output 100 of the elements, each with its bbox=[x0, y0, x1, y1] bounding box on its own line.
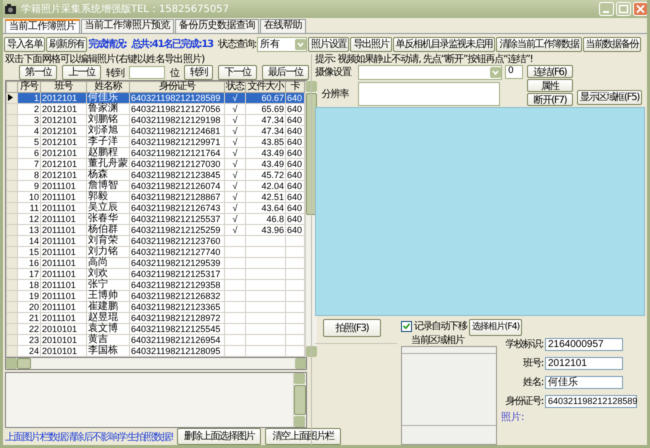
table-cell: 吴立辰 bbox=[88, 203, 118, 213]
table-row[interactable]: 22 2010101 袁文博 640321198212125545 bbox=[6, 324, 304, 334]
table-cell: 杨伯群 bbox=[88, 225, 118, 235]
table-cell: 2012101 bbox=[42, 104, 78, 114]
nav-button[interactable]: 最后一位 bbox=[262, 65, 310, 80]
photo-list-box[interactable] bbox=[401, 346, 497, 445]
maximize-button[interactable] bbox=[616, 2, 631, 16]
table-cell: √ bbox=[232, 148, 238, 158]
vertical-scrollbar[interactable] bbox=[293, 373, 306, 427]
camera-dropdown[interactable] bbox=[358, 65, 502, 80]
toolbar-button[interactable]: 单反相机目录监视未启用 bbox=[392, 36, 496, 52]
nav-label: 位 bbox=[170, 66, 179, 80]
table-cell: √ bbox=[232, 126, 238, 136]
table-row[interactable]: 2 2012101 鲁家渊 640321198212127056 √ 65.69 640 bbox=[6, 104, 304, 114]
nav-button[interactable]: 第一位 bbox=[19, 65, 58, 80]
table-row[interactable]: 10 2011101 郭毅 640321198212128867 √ 42.51 640 bbox=[6, 192, 304, 202]
table-cell: 640 bbox=[287, 137, 302, 147]
table-cell: 王博帅 bbox=[88, 291, 118, 301]
table-cell: 崔建鹏 bbox=[88, 302, 118, 312]
table-row[interactable]: 5 2012101 李子洋 640321198212129971 √ 43.85 640 bbox=[6, 136, 304, 148]
input-field[interactable]: 何佳乐 bbox=[545, 376, 623, 388]
horizontal-scrollbar[interactable] bbox=[5, 358, 307, 370]
toolbar-button[interactable]: 照片设置 bbox=[308, 36, 350, 52]
input-field[interactable]: 2164000957 bbox=[545, 338, 623, 350]
table-row[interactable]: 1 2012101 何佳乐 640321198212128589 √ 60.67 640 bbox=[6, 92, 304, 104]
toolbar-button[interactable]: 导出照片 bbox=[350, 36, 392, 52]
table-cell: 640321198212124681 bbox=[131, 126, 220, 136]
region-photo-label: 当前区域相片 bbox=[411, 334, 466, 347]
table-cell: 8 bbox=[34, 170, 39, 180]
table-row[interactable]: 24 2010101 李国栋 640321198212128095 bbox=[6, 346, 304, 356]
resolution-list[interactable] bbox=[358, 82, 500, 106]
table-cell: 詹博智 bbox=[88, 181, 118, 191]
table-row[interactable]: 9 2011101 詹博智 640321198212126074 √ 42.04 640 bbox=[6, 180, 304, 192]
table-cell: 11 bbox=[30, 203, 39, 213]
input-field[interactable]: 2012101 bbox=[545, 356, 623, 370]
table-row[interactable]: 7 2012101 董孔舟蒙 640321198212127030 √ 43.49 640 bbox=[6, 158, 304, 170]
table-cell: 640 bbox=[287, 192, 302, 202]
table-cell: 黄吉 bbox=[88, 335, 108, 345]
table-row[interactable]: 13 2011101 杨伯群 640321198212125259 √ 43.96 640 bbox=[6, 224, 304, 236]
auto-next-checkbox[interactable]: 记录自动下移 bbox=[401, 319, 467, 333]
nav-button[interactable]: 下一位 bbox=[218, 65, 257, 80]
toolbar-button[interactable]: 导入名单 bbox=[4, 36, 46, 52]
warning-note: 上面图片栏数据清除后不影响学生拍照数据! bbox=[5, 430, 174, 444]
toolbar-button[interactable]: 清除当前工作簿数据 bbox=[496, 36, 582, 52]
table-cell: 640321198212123365 bbox=[131, 302, 220, 312]
camera-label: 摄像设置 bbox=[315, 66, 352, 79]
tab[interactable]: 备份历史数据查询 bbox=[175, 19, 259, 33]
window-title: 学籍照片采集系统增强版TEL：15825675057 bbox=[21, 2, 230, 16]
properties-button[interactable]: 属性 bbox=[527, 79, 573, 92]
table-cell: 张宁 bbox=[88, 280, 108, 290]
input-field[interactable]: 640321198212128589 bbox=[545, 394, 637, 408]
table-cell: 2012101 bbox=[42, 115, 78, 125]
table-row[interactable]: 14 2011101 刘育荣 640321198212123760 bbox=[6, 236, 304, 246]
table-row[interactable]: 4 2012101 刘泽旭 640321198212124681 √ 47.34 640 bbox=[6, 126, 304, 136]
shoot-button[interactable]: 拍照(F3) bbox=[323, 319, 381, 337]
goto-field[interactable] bbox=[128, 66, 165, 79]
nav-button[interactable]: 上一位 bbox=[62, 65, 101, 80]
tab[interactable]: 当前工作簿照片 bbox=[5, 19, 80, 33]
table-row[interactable]: 20 2011101 崔建鹏 640321198212123365 bbox=[6, 302, 304, 312]
table-row[interactable]: 6 2012101 赵鹏程 640321198212121764 √ 43.49 640 bbox=[6, 148, 304, 158]
table-row[interactable]: 3 2012101 刘鹏铭 640321198212129198 √ 47.34 640 bbox=[6, 114, 304, 126]
table-cell: 640321198212126954 bbox=[131, 335, 220, 345]
connect-button[interactable]: 连结(F6) bbox=[527, 65, 573, 78]
table-row[interactable]: 11 2011101 吴立辰 640321198212126743 √ 43.64 640 bbox=[6, 202, 304, 214]
nav-button[interactable]: 转到 bbox=[184, 65, 214, 80]
table-row[interactable]: 23 2010101 黄吉 640321198212126954 bbox=[6, 334, 304, 346]
table-row[interactable]: 12 2011101 张春华 640321198212125537 √ 46.8 640 bbox=[6, 214, 304, 224]
table-row[interactable]: 21 2011101 赵昱琨 640321198212128972 bbox=[6, 312, 304, 324]
progress-label: 完成情况: bbox=[88, 37, 126, 51]
disconnect-button[interactable]: 断开(F7) bbox=[527, 93, 573, 106]
table-cell: 刘鹏铭 bbox=[88, 115, 118, 125]
table-cell: 14 bbox=[28, 236, 39, 246]
table-cell: 李国栋 bbox=[88, 346, 118, 356]
table-cell: 郭毅 bbox=[88, 192, 108, 202]
table-cell: 42.51 bbox=[261, 192, 284, 202]
table-row[interactable]: 15 2011101 刘力铭 640321198212127740 bbox=[6, 246, 304, 258]
toolbar-button[interactable]: 刷新所有 bbox=[46, 36, 88, 52]
checkmark-icon bbox=[403, 323, 410, 329]
choose-photo-button[interactable]: 选择相片(F4) bbox=[468, 319, 522, 336]
table-row[interactable]: 16 2011101 高尚 640321198212129539 bbox=[6, 258, 304, 268]
table-cell: 640 bbox=[287, 148, 302, 158]
table-cell: 20 bbox=[28, 302, 39, 312]
table-cell: 2011101 bbox=[42, 280, 76, 290]
tab[interactable]: 在线帮助 bbox=[260, 19, 306, 33]
device-index-field[interactable]: 0 bbox=[505, 65, 523, 79]
toolbar-button[interactable]: 当前数据备份 bbox=[582, 36, 642, 52]
table-row[interactable]: 18 2011101 张宁 640321198212129358 bbox=[6, 280, 304, 290]
photo-info: 照片: bbox=[501, 410, 526, 424]
table-row[interactable]: 17 2011101 刘欢 640321198212125317 bbox=[6, 268, 304, 280]
minimize-button[interactable] bbox=[599, 2, 614, 16]
table-row[interactable]: 8 2012101 杨森 640321198212123845 √ 45.72 640 bbox=[6, 170, 304, 180]
table-row[interactable]: 19 2011101 王博帅 640321198212126832 bbox=[6, 290, 304, 302]
image-bar-button[interactable]: 删除上面选择图片 bbox=[177, 428, 262, 445]
column-header: 文件大小 bbox=[246, 82, 286, 92]
show-frame-button[interactable]: 显示区域框(F5) bbox=[577, 90, 642, 105]
column-header: 姓名称 bbox=[86, 82, 130, 92]
image-list-box[interactable] bbox=[5, 372, 307, 428]
status-dropdown[interactable]: 所有 bbox=[257, 36, 308, 52]
close-button[interactable] bbox=[633, 2, 647, 16]
tab[interactable]: 当前工作簿照片预览 bbox=[80, 19, 174, 33]
